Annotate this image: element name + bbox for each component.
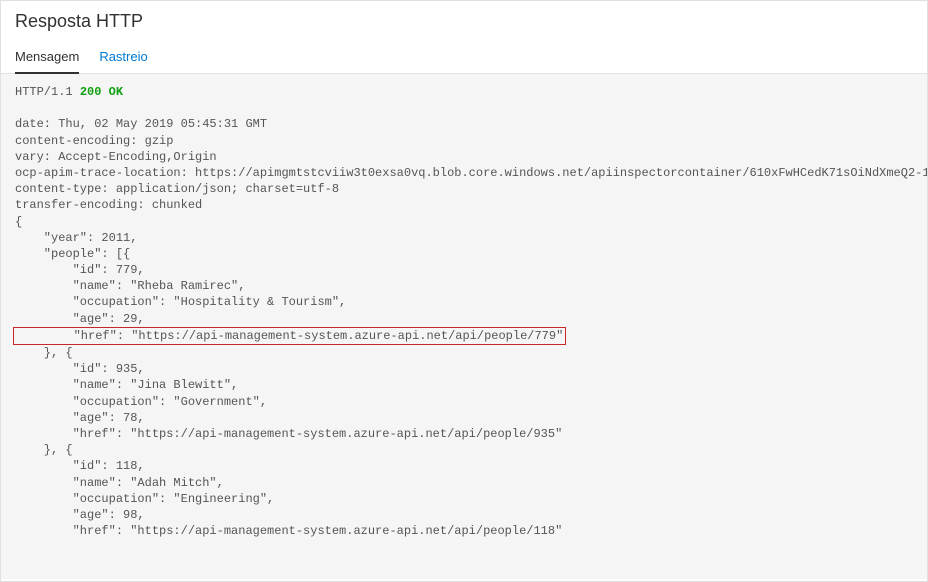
header-transfer-encoding: transfer-encoding: chunked — [15, 198, 202, 212]
body-p2-id: "id": 935, — [15, 362, 145, 376]
body-year: "year": 2011, — [15, 231, 137, 245]
body-people-open: "people": [{ — [15, 247, 130, 261]
tab-trace[interactable]: Rastreio — [99, 43, 147, 74]
body-sep2: }, { — [15, 443, 73, 457]
body-p3-age: "age": 98, — [15, 508, 145, 522]
body-p1-id: "id": 779, — [15, 263, 145, 277]
http-status-line: HTTP/1.1 200 OK — [15, 85, 123, 99]
body-p1-age: "age": 29, — [15, 312, 145, 326]
body-p2-href: "href": "https://api-management-system.a… — [15, 427, 562, 441]
header-content-type: content-type: application/json; charset=… — [15, 182, 339, 196]
body-p1-occ: "occupation": "Hospitality & Tourism", — [15, 295, 346, 309]
body-p2-occ: "occupation": "Government", — [15, 395, 267, 409]
body-p3-name: "name": "Adah Mitch", — [15, 476, 224, 490]
body-p2-name: "name": "Jina Blewitt", — [15, 378, 238, 392]
header-content-encoding: content-encoding: gzip — [15, 134, 173, 148]
header-date: date: Thu, 02 May 2019 05:45:31 GMT — [15, 117, 267, 131]
tab-message[interactable]: Mensagem — [15, 43, 79, 74]
body-sep1: }, { — [15, 346, 73, 360]
header-vary: vary: Accept-Encoding,Origin — [15, 150, 217, 164]
tabs: Mensagem Rastreio — [1, 34, 927, 74]
body-p3-occ: "occupation": "Engineering", — [15, 492, 274, 506]
response-body: HTTP/1.1 200 OK date: Thu, 02 May 2019 0… — [1, 74, 927, 579]
panel-title: Resposta HTTP — [15, 11, 913, 32]
http-version: HTTP/1.1 — [15, 85, 80, 99]
highlighted-href: "href": "https://api-management-system.a… — [13, 327, 566, 345]
panel-header: Resposta HTTP — [1, 1, 927, 34]
body-p1-name: "name": "Rheba Ramirec", — [15, 279, 245, 293]
body-open: { — [15, 215, 22, 229]
header-trace-location: ocp-apim-trace-location: https://apimgmt… — [15, 166, 927, 180]
body-p3-id: "id": 118, — [15, 459, 145, 473]
http-status: 200 OK — [80, 85, 123, 99]
body-p2-age: "age": 78, — [15, 411, 145, 425]
body-p3-href: "href": "https://api-management-system.a… — [15, 524, 562, 538]
